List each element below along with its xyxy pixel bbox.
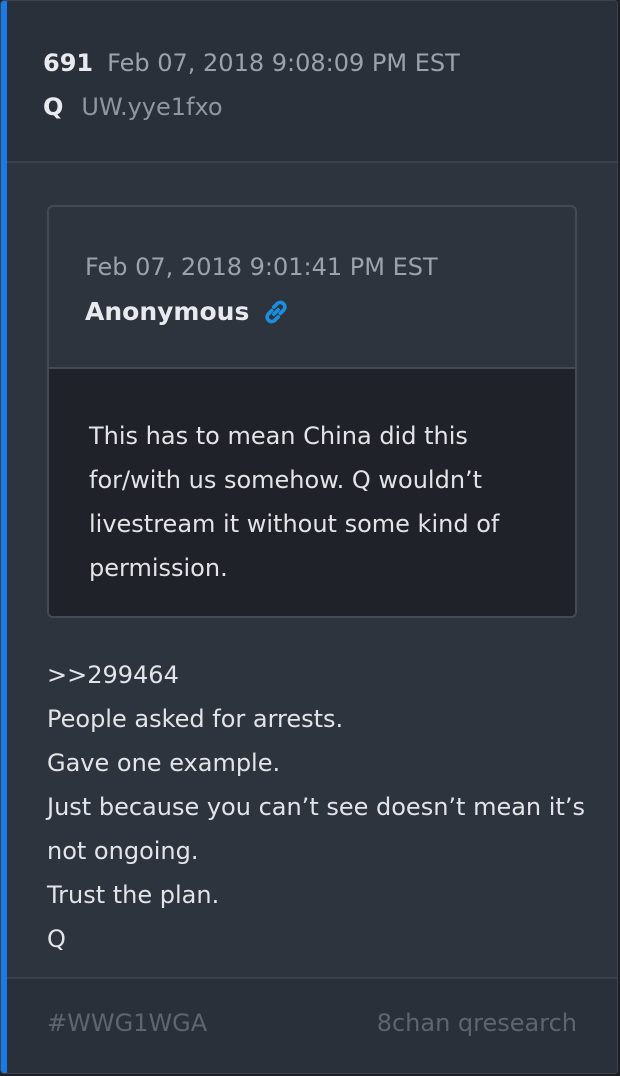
post-tripcode: UW.yye1fxo	[81, 93, 223, 121]
quoted-post-text: This has to mean China did this for/with…	[89, 414, 529, 590]
post-text-line: not ongoing.	[47, 837, 199, 865]
post-reply-reference[interactable]: >>299464	[47, 653, 587, 697]
post-footer: #WWG1WGA 8chan qresearch	[7, 977, 617, 1073]
post-signature: Q	[47, 925, 66, 953]
quoted-text-line: permission.	[89, 554, 228, 582]
link-icon[interactable]	[259, 295, 293, 329]
quoted-post-body: This has to mean China did this for/with…	[49, 369, 575, 616]
post-meta-line: 691 Feb 07, 2018 9:08:09 PM EST	[43, 48, 460, 78]
post-text-line: Trust the plan.	[47, 881, 220, 909]
post-body: >>299464 People asked for arrests. Gave …	[47, 653, 587, 961]
quoted-text-line: for/with us somehow. Q wouldn’t	[89, 466, 483, 494]
quoted-post-header: Feb 07, 2018 9:01:41 PM EST Anonymous	[49, 207, 575, 369]
hashtag-label: #WWG1WGA	[47, 1009, 208, 1037]
quoted-text-line: This has to mean China did this	[89, 422, 468, 450]
quoted-post-author: Anonymous	[85, 297, 250, 326]
post-text-line: Gave one example.	[47, 749, 281, 777]
quoted-post-timestamp: Feb 07, 2018 9:01:41 PM EST	[85, 253, 438, 281]
quoted-text-line: livestream it without some kind of	[89, 510, 500, 538]
quoted-post: Feb 07, 2018 9:01:41 PM EST Anonymous Th…	[47, 205, 577, 618]
post-header: 691 Feb 07, 2018 9:08:09 PM EST Q UW.yye1f…	[7, 1, 617, 163]
post-timestamp: Feb 07, 2018 9:08:09 PM EST	[107, 49, 460, 77]
post-number: 691	[43, 49, 94, 77]
source-label: 8chan qresearch	[376, 1009, 577, 1037]
post-text-line: People asked for arrests.	[47, 705, 344, 733]
post-author-line: Q UW.yye1fxo	[43, 92, 223, 122]
post-card: 691 Feb 07, 2018 9:08:09 PM EST Q UW.yye1f…	[0, 0, 618, 1074]
post-author: Q	[43, 93, 64, 121]
post-text-line: Just because you can’t see doesn’t mean …	[47, 793, 585, 821]
